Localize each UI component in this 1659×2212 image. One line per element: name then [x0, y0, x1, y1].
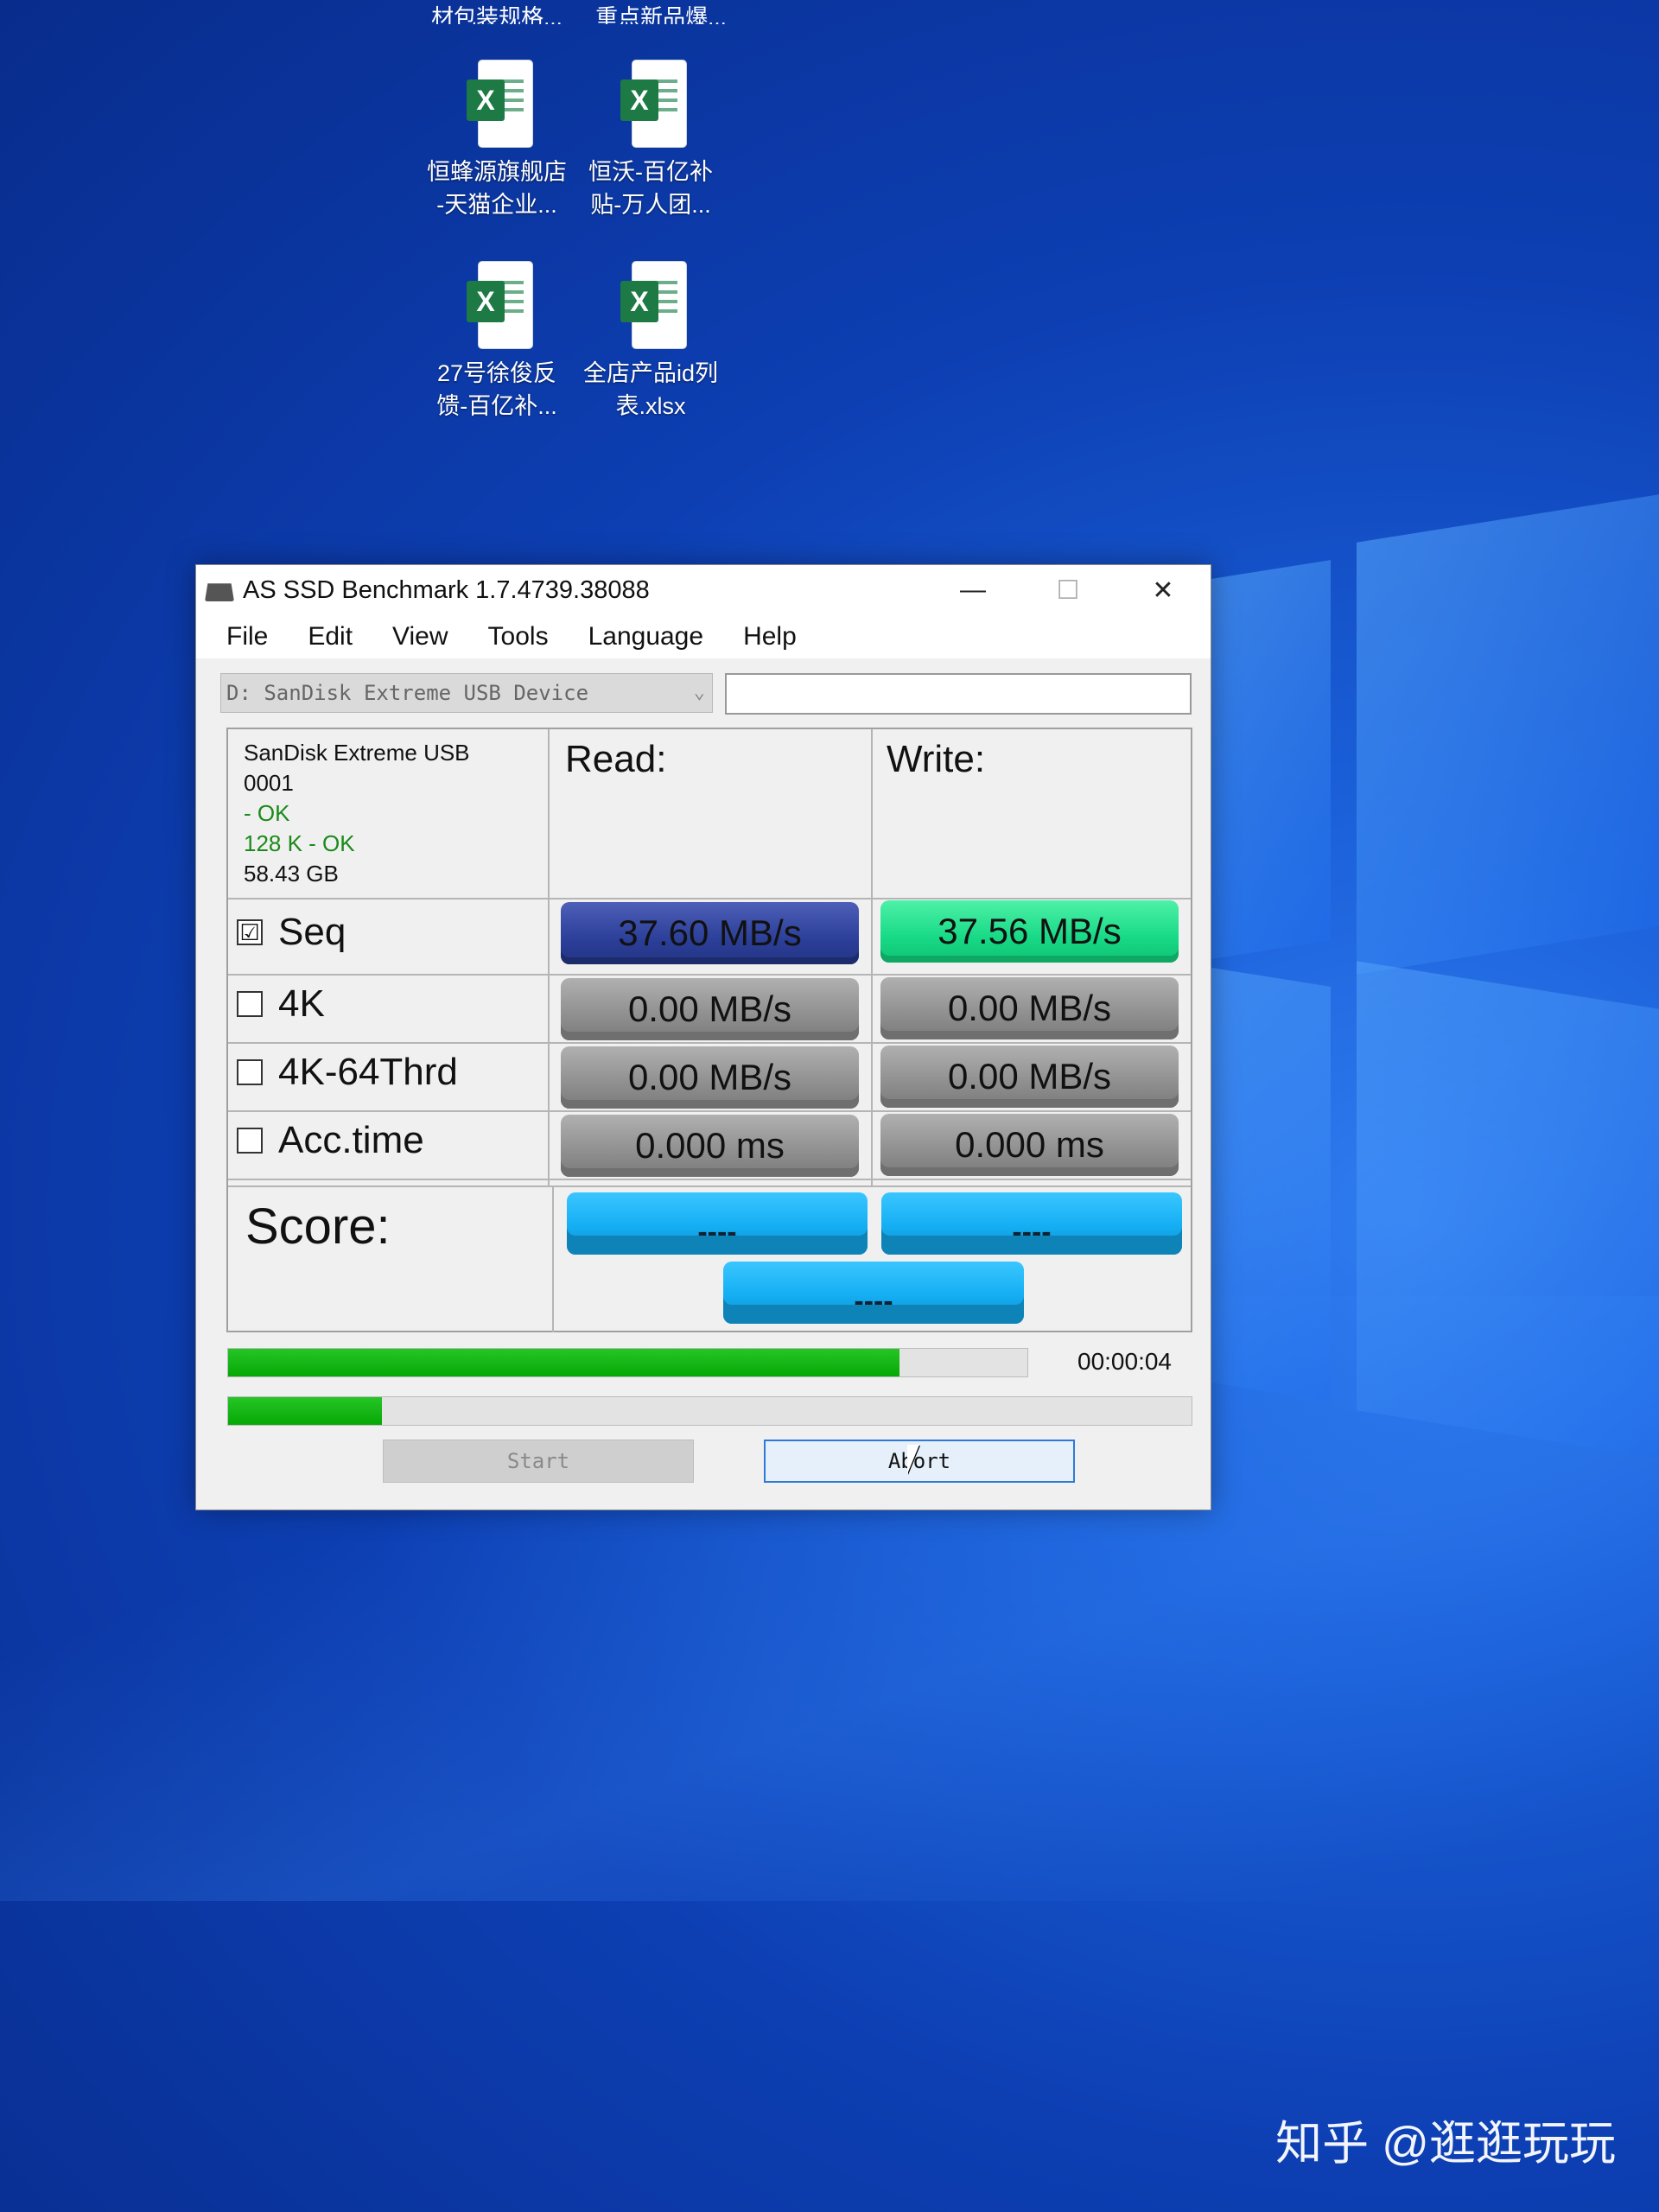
seq-checkbox[interactable]: ☑: [237, 919, 263, 945]
mouse-cursor-icon: [907, 1445, 919, 1474]
desktop-file-label: 恒沃-百亿补 贴-万人团...: [588, 159, 713, 218]
excel-file-icon: X: [461, 262, 532, 348]
acc-time-checkbox[interactable]: [237, 1128, 263, 1154]
score-total: ----: [723, 1262, 1024, 1324]
row-acc-time[interactable]: Acc.time: [237, 1119, 424, 1162]
drive-select[interactable]: D: SanDisk Extreme USB Device ⌄: [220, 673, 713, 713]
zhihu-watermark: 知乎 @逛逛玩玩: [1275, 2118, 1616, 2170]
4k-read-value: 0.00 MB/s: [561, 978, 859, 1040]
windows-logo-pane: [1357, 494, 1659, 975]
menu-bar: File Edit View Tools Language Help: [196, 615, 1211, 658]
4k-64thrd-write-value: 0.00 MB/s: [880, 1046, 1179, 1108]
drive-model: SanDisk Extreme USB: [244, 740, 470, 766]
acc-time-read-value: 0.000 ms: [561, 1115, 859, 1177]
desktop-file-icon[interactable]: X 27号徐俊反 馈-百亿补...: [419, 262, 575, 423]
desktop-file-label: 全店产品id列 表.xlsx: [582, 360, 718, 419]
desktop-file-icon[interactable]: X 恒蜂源旗舰店 -天猫企业...: [419, 60, 575, 221]
4k-write-value: 0.00 MB/s: [880, 977, 1179, 1039]
results-panel: SanDisk Extreme USB 0001 - OK 128 K - OK…: [226, 728, 1192, 1332]
menu-file[interactable]: File: [226, 622, 268, 652]
acc-time-write-value: 0.000 ms: [880, 1114, 1179, 1176]
row-4k[interactable]: 4K: [237, 982, 325, 1026]
desktop-file-label: 27号徐俊反 馈-百亿补...: [436, 360, 557, 419]
windows-logo-pane: [1357, 961, 1659, 1459]
window-title: AS SSD Benchmark 1.7.4739.38088: [243, 575, 650, 604]
desktop-file-icon[interactable]: X 恒沃-百亿补 贴-万人团...: [573, 60, 728, 221]
current-progress-bar: [227, 1348, 1028, 1377]
drive-info: SanDisk Extreme USB 0001 - OK 128 K - OK…: [244, 738, 470, 889]
row-4k-64thrd[interactable]: 4K-64Thrd: [237, 1051, 458, 1094]
desktop-label-partial[interactable]: 重点新品爆...: [588, 0, 734, 24]
driver-status: - OK: [244, 800, 290, 826]
excel-file-icon: X: [615, 262, 686, 348]
maximize-button[interactable]: ☐: [1020, 565, 1116, 615]
score-read: ----: [567, 1192, 868, 1255]
4k-64thrd-read-value: 0.00 MB/s: [561, 1046, 859, 1109]
excel-file-icon: X: [615, 60, 686, 147]
windows-logo-pane: [1201, 966, 1331, 1402]
drive-capacity: 58.43 GB: [244, 861, 339, 887]
title-bar[interactable]: AS SSD Benchmark 1.7.4739.38088 — ☐ ✕: [196, 565, 1211, 615]
drive-firmware: 0001: [244, 770, 294, 796]
menu-view[interactable]: View: [392, 622, 448, 652]
menu-language[interactable]: Language: [588, 622, 703, 652]
start-button[interactable]: Start: [383, 1440, 694, 1483]
close-button[interactable]: ✕: [1116, 565, 1211, 615]
abort-button[interactable]: Abort: [764, 1440, 1075, 1483]
overall-progress-fill: [228, 1397, 383, 1425]
seq-read-value: 37.60 MB/s: [561, 902, 859, 964]
4k-64thrd-checkbox[interactable]: [237, 1059, 263, 1085]
score-label: Score:: [245, 1198, 391, 1255]
4k-checkbox[interactable]: [237, 991, 263, 1017]
desktop-file-label: 恒蜂源旗舰店 -天猫企业...: [427, 159, 567, 218]
score-area: Score: ---- ---- ----: [228, 1187, 1191, 1331]
menu-edit[interactable]: Edit: [308, 622, 353, 652]
current-progress-fill: [228, 1349, 899, 1376]
menu-help[interactable]: Help: [743, 622, 797, 652]
alignment-status: 128 K - OK: [244, 830, 355, 856]
write-header: Write:: [887, 738, 986, 780]
windows-logo-pane: [1201, 560, 1331, 961]
drive-row: D: SanDisk Extreme USB Device ⌄: [220, 673, 1192, 715]
desktop-label-partial[interactable]: 材包装规格...: [423, 0, 570, 24]
read-header: Read:: [565, 738, 667, 780]
score-write: ----: [881, 1192, 1182, 1255]
desktop-top-labels: 材包装规格... 重点新品爆...: [423, 0, 734, 24]
chevron-down-icon: ⌄: [693, 682, 705, 703]
overall-progress-bar: [227, 1396, 1192, 1426]
as-ssd-window: AS SSD Benchmark 1.7.4739.38088 — ☐ ✕ Fi…: [195, 564, 1211, 1510]
seq-write-value: 37.56 MB/s: [880, 900, 1179, 963]
elapsed-time: 00:00:04: [1077, 1348, 1172, 1375]
menu-tools[interactable]: Tools: [488, 622, 549, 652]
drive-info-field[interactable]: [725, 673, 1192, 715]
excel-file-icon: X: [461, 60, 532, 147]
desktop-file-icon[interactable]: X 全店产品id列 表.xlsx: [573, 262, 728, 423]
minimize-button[interactable]: —: [925, 565, 1020, 615]
drive-app-icon: [205, 583, 234, 601]
row-seq[interactable]: ☑ Seq: [237, 911, 346, 954]
